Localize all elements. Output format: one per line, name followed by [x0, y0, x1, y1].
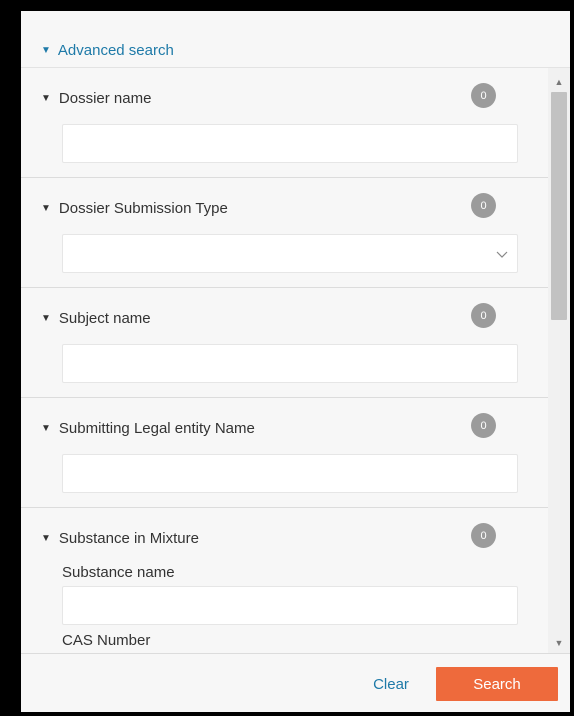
- dossier-name-input[interactable]: [63, 125, 517, 162]
- substance-name-field-wrapper: [62, 586, 518, 625]
- triangle-down-icon: ▼: [41, 202, 51, 214]
- search-button[interactable]: Search: [436, 667, 558, 701]
- subject-name-field-wrapper: [62, 344, 518, 383]
- dossier-name-field-wrapper: [62, 124, 518, 163]
- window-frame: ▼ Advanced search ▼ Dossier name 0 ▼ Dos…: [0, 0, 574, 716]
- advanced-search-toggle[interactable]: ▼ Advanced search: [41, 42, 174, 59]
- advanced-search-panel: ▼ Advanced search ▼ Dossier name 0 ▼ Dos…: [21, 11, 570, 712]
- scrollbar-thumb[interactable]: [551, 92, 567, 320]
- chevron-down-icon: [496, 251, 508, 258]
- section-toggle-submitting-legal-entity[interactable]: ▼ Submitting Legal entity Name: [41, 420, 255, 437]
- triangle-down-icon: ▼: [41, 312, 51, 324]
- section-submitting-legal-entity: ▼ Submitting Legal entity Name 0: [21, 398, 570, 508]
- section-substance-in-mixture: ▼ Substance in Mixture 0 Substance name …: [21, 508, 570, 653]
- dossier-submission-type-select[interactable]: [62, 234, 518, 273]
- legal-entity-name-input[interactable]: [63, 455, 517, 492]
- filters-scroll-area[interactable]: ▼ Dossier name 0 ▼ Dossier Submission Ty…: [21, 68, 570, 653]
- section-dossier-name: ▼ Dossier name 0: [21, 68, 570, 178]
- scroll-down-arrow-icon[interactable]: ▼: [548, 633, 570, 653]
- section-toggle-dossier-submission-type[interactable]: ▼ Dossier Submission Type: [41, 200, 228, 217]
- section-dossier-submission-type: ▼ Dossier Submission Type 0: [21, 178, 570, 288]
- count-badge: 0: [471, 83, 496, 108]
- count-badge: 0: [471, 413, 496, 438]
- triangle-down-icon: ▼: [41, 92, 51, 104]
- section-title: Substance in Mixture: [58, 530, 199, 547]
- substance-name-label: Substance name: [62, 564, 175, 581]
- triangle-down-icon: ▼: [41, 422, 51, 434]
- section-subject-name: ▼ Subject name 0: [21, 288, 570, 398]
- cas-number-label: CAS Number: [62, 632, 151, 649]
- action-footer: Clear Search: [21, 653, 570, 712]
- triangle-down-icon: ▼: [41, 532, 51, 544]
- clear-button[interactable]: Clear: [361, 669, 421, 699]
- subject-name-input[interactable]: [63, 345, 517, 382]
- section-title: Dossier Submission Type: [58, 200, 228, 217]
- advanced-search-header: ▼ Advanced search: [21, 11, 570, 68]
- section-title: Dossier name: [58, 90, 152, 107]
- count-badge: 0: [471, 523, 496, 548]
- advanced-search-label: Advanced search: [57, 42, 174, 59]
- scroll-up-arrow-icon[interactable]: ▲: [548, 72, 570, 92]
- count-badge: 0: [471, 193, 496, 218]
- substance-name-input[interactable]: [63, 587, 517, 624]
- section-title: Subject name: [58, 310, 151, 327]
- section-title: Submitting Legal entity Name: [58, 420, 255, 437]
- section-toggle-substance-in-mixture[interactable]: ▼ Substance in Mixture: [41, 530, 199, 547]
- triangle-down-icon: ▼: [41, 44, 51, 56]
- section-toggle-dossier-name[interactable]: ▼ Dossier name: [41, 90, 151, 107]
- legal-entity-field-wrapper: [62, 454, 518, 493]
- vertical-scrollbar[interactable]: ▲ ▼: [548, 68, 570, 653]
- count-badge: 0: [471, 303, 496, 328]
- section-toggle-subject-name[interactable]: ▼ Subject name: [41, 310, 151, 327]
